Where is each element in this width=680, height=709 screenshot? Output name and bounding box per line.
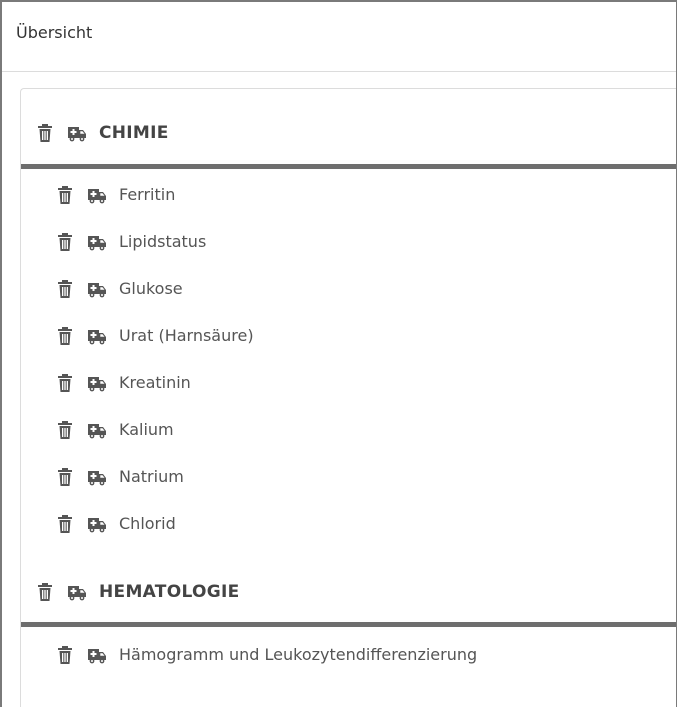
list-item: Chlorid — [21, 514, 676, 561]
trash-icon[interactable] — [55, 645, 75, 665]
overview-header: Übersicht — [2, 2, 676, 72]
trash-icon[interactable] — [55, 514, 75, 534]
list-item: Kreatinin — [21, 373, 676, 420]
overview-window: Übersicht CHIMIE Ferritin Lipidstatus Gl… — [0, 0, 677, 707]
item-label: Hämogramm und Leukozytendifferenzierung — [119, 645, 478, 664]
ambulance-icon[interactable] — [87, 185, 107, 205]
ambulance-icon[interactable] — [87, 373, 107, 393]
ambulance-icon[interactable] — [67, 123, 87, 143]
trash-icon[interactable] — [55, 420, 75, 440]
item-label: Lipidstatus — [119, 232, 207, 251]
trash-icon[interactable] — [55, 232, 75, 252]
trash-icon[interactable] — [55, 326, 75, 346]
ambulance-icon[interactable] — [67, 582, 87, 602]
item-label: Glukose — [119, 279, 183, 298]
section-items-hematologie: Hämogramm und Leukozytendifferenzierung — [21, 627, 676, 692]
list-item: Ferritin — [21, 185, 676, 232]
trash-icon[interactable] — [55, 467, 75, 487]
page-title: Übersicht — [16, 23, 93, 42]
list-item: Glukose — [21, 279, 676, 326]
item-label: Urat (Harnsäure) — [119, 326, 254, 345]
trash-icon[interactable] — [55, 185, 75, 205]
section-items-chimie: Ferritin Lipidstatus Glukose Urat (Harns… — [21, 169, 676, 561]
trash-icon[interactable] — [35, 123, 55, 143]
item-label: Chlorid — [119, 514, 176, 533]
ambulance-icon[interactable] — [87, 467, 107, 487]
trash-icon[interactable] — [55, 279, 75, 299]
ambulance-icon[interactable] — [87, 279, 107, 299]
item-label: Kalium — [119, 420, 174, 439]
section-title: CHIMIE — [99, 122, 169, 143]
item-label: Kreatinin — [119, 373, 191, 392]
ambulance-icon[interactable] — [87, 326, 107, 346]
trash-icon[interactable] — [55, 373, 75, 393]
list-item: Lipidstatus — [21, 232, 676, 279]
item-label: Ferritin — [119, 185, 176, 204]
item-label: Natrium — [119, 467, 184, 486]
list-item: Kalium — [21, 420, 676, 467]
section-header-hematologie: HEMATOLOGIE — [21, 561, 676, 627]
order-panel: CHIMIE Ferritin Lipidstatus Glukose Urat… — [20, 88, 676, 707]
section-header-chimie: CHIMIE — [21, 89, 676, 169]
list-item: Urat (Harnsäure) — [21, 326, 676, 373]
list-item: Hämogramm und Leukozytendifferenzierung — [21, 645, 676, 692]
ambulance-icon[interactable] — [87, 645, 107, 665]
ambulance-icon[interactable] — [87, 420, 107, 440]
list-item: Natrium — [21, 467, 676, 514]
section-title: HEMATOLOGIE — [99, 581, 240, 602]
trash-icon[interactable] — [35, 582, 55, 602]
ambulance-icon[interactable] — [87, 514, 107, 534]
ambulance-icon[interactable] — [87, 232, 107, 252]
